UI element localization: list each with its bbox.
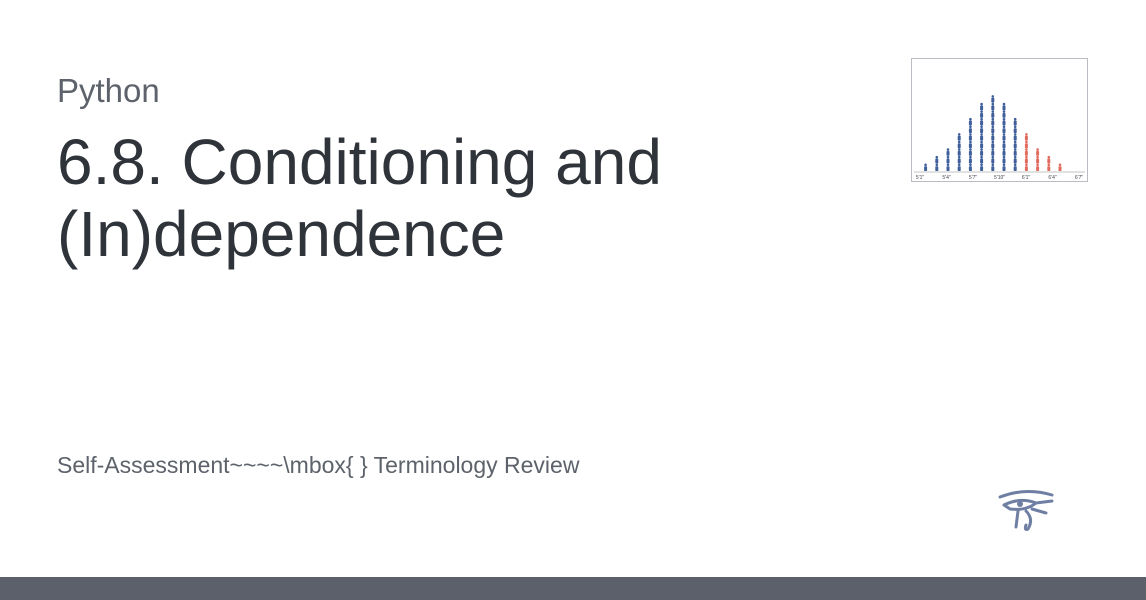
person-figure (980, 148, 984, 156)
person-figure (1002, 133, 1006, 141)
person-figure (935, 155, 939, 164)
person-figure (980, 163, 984, 171)
thumbnail-tick-label: 6'4" (1048, 175, 1057, 181)
person-figure (1058, 163, 1062, 171)
person-figure (1036, 155, 1040, 164)
person-figure (924, 163, 928, 171)
person-figure (1002, 163, 1006, 171)
kicker: Python (57, 72, 160, 109)
person-figure (935, 163, 939, 171)
person-figure (1047, 155, 1051, 164)
person-figure (991, 95, 995, 103)
person-figure (968, 117, 972, 126)
person-figure (1013, 155, 1017, 164)
person-figure (1013, 133, 1017, 141)
subtitle: Self-Assessment~~~~\mbox{ } Terminology … (57, 452, 580, 478)
person-figure (1036, 163, 1040, 171)
thumbnail-tick-label: 6'1" (1022, 175, 1031, 181)
person-figure (1024, 133, 1028, 141)
person-figure (980, 125, 984, 133)
person-figure (957, 148, 961, 156)
person-figure (1024, 155, 1028, 164)
person-figure (946, 155, 950, 164)
person-figure (1047, 163, 1051, 171)
footer-bar (0, 577, 1146, 600)
person-figure (1013, 125, 1017, 133)
height-distribution-pictogram: 5'1" 5'4" 5'7" 5'10" 6'1" 6'4" 6'7" (914, 95, 1085, 181)
person-figure (980, 117, 984, 126)
person-figure (968, 163, 972, 171)
thumbnail-tick-label: 5'4" (942, 175, 951, 181)
person-figure (980, 110, 984, 118)
person-figure (957, 163, 961, 171)
person-figure (991, 110, 995, 118)
person-figure (980, 133, 984, 141)
person-figure (1024, 163, 1028, 171)
person-figure (991, 148, 995, 156)
person-figure (968, 140, 972, 149)
person-figure (1002, 102, 1006, 111)
thumbnail-tick-label: 5'7" (969, 175, 978, 181)
thumbnail-tick-label: 6'7" (1075, 175, 1084, 181)
person-figure (946, 163, 950, 171)
person-figure (1002, 140, 1006, 149)
person-figure (1002, 148, 1006, 156)
person-figure (991, 133, 995, 141)
person-figure (968, 148, 972, 156)
person-figure (1002, 117, 1006, 126)
person-figure (968, 133, 972, 141)
logo (996, 489, 1056, 533)
person-figure (1002, 110, 1006, 118)
person-figure (957, 140, 961, 149)
person-figure (957, 133, 961, 141)
person-figure (1013, 117, 1017, 126)
eye-of-horus-icon (998, 490, 1054, 531)
page-title: 6.8. Conditioning and (In)dependence (57, 126, 662, 270)
person-figure (1013, 163, 1017, 171)
thumbnail-tick-label: 5'10" (994, 175, 1005, 181)
person-figure (980, 140, 984, 149)
person-figure (991, 117, 995, 126)
person-figure (980, 102, 984, 111)
person-figure (1024, 148, 1028, 156)
person-figure (946, 148, 950, 156)
person-figure (1013, 148, 1017, 156)
person-figure (991, 140, 995, 149)
person-figure (1024, 140, 1028, 149)
person-figure (1002, 155, 1006, 164)
person-figure (1002, 125, 1006, 133)
person-figure (991, 102, 995, 111)
person-figure (1013, 140, 1017, 149)
person-figure (991, 155, 995, 164)
person-figure (968, 125, 972, 133)
thumbnail-image: 5'1" 5'4" 5'7" 5'10" 6'1" 6'4" 6'7" (911, 58, 1088, 182)
person-figure (991, 163, 995, 171)
person-figure (968, 155, 972, 164)
person-figure (1036, 148, 1040, 156)
person-figure (991, 125, 995, 133)
thumbnail-tick-label: 5'1" (916, 175, 925, 181)
person-figure (980, 155, 984, 164)
person-figure (957, 155, 961, 164)
